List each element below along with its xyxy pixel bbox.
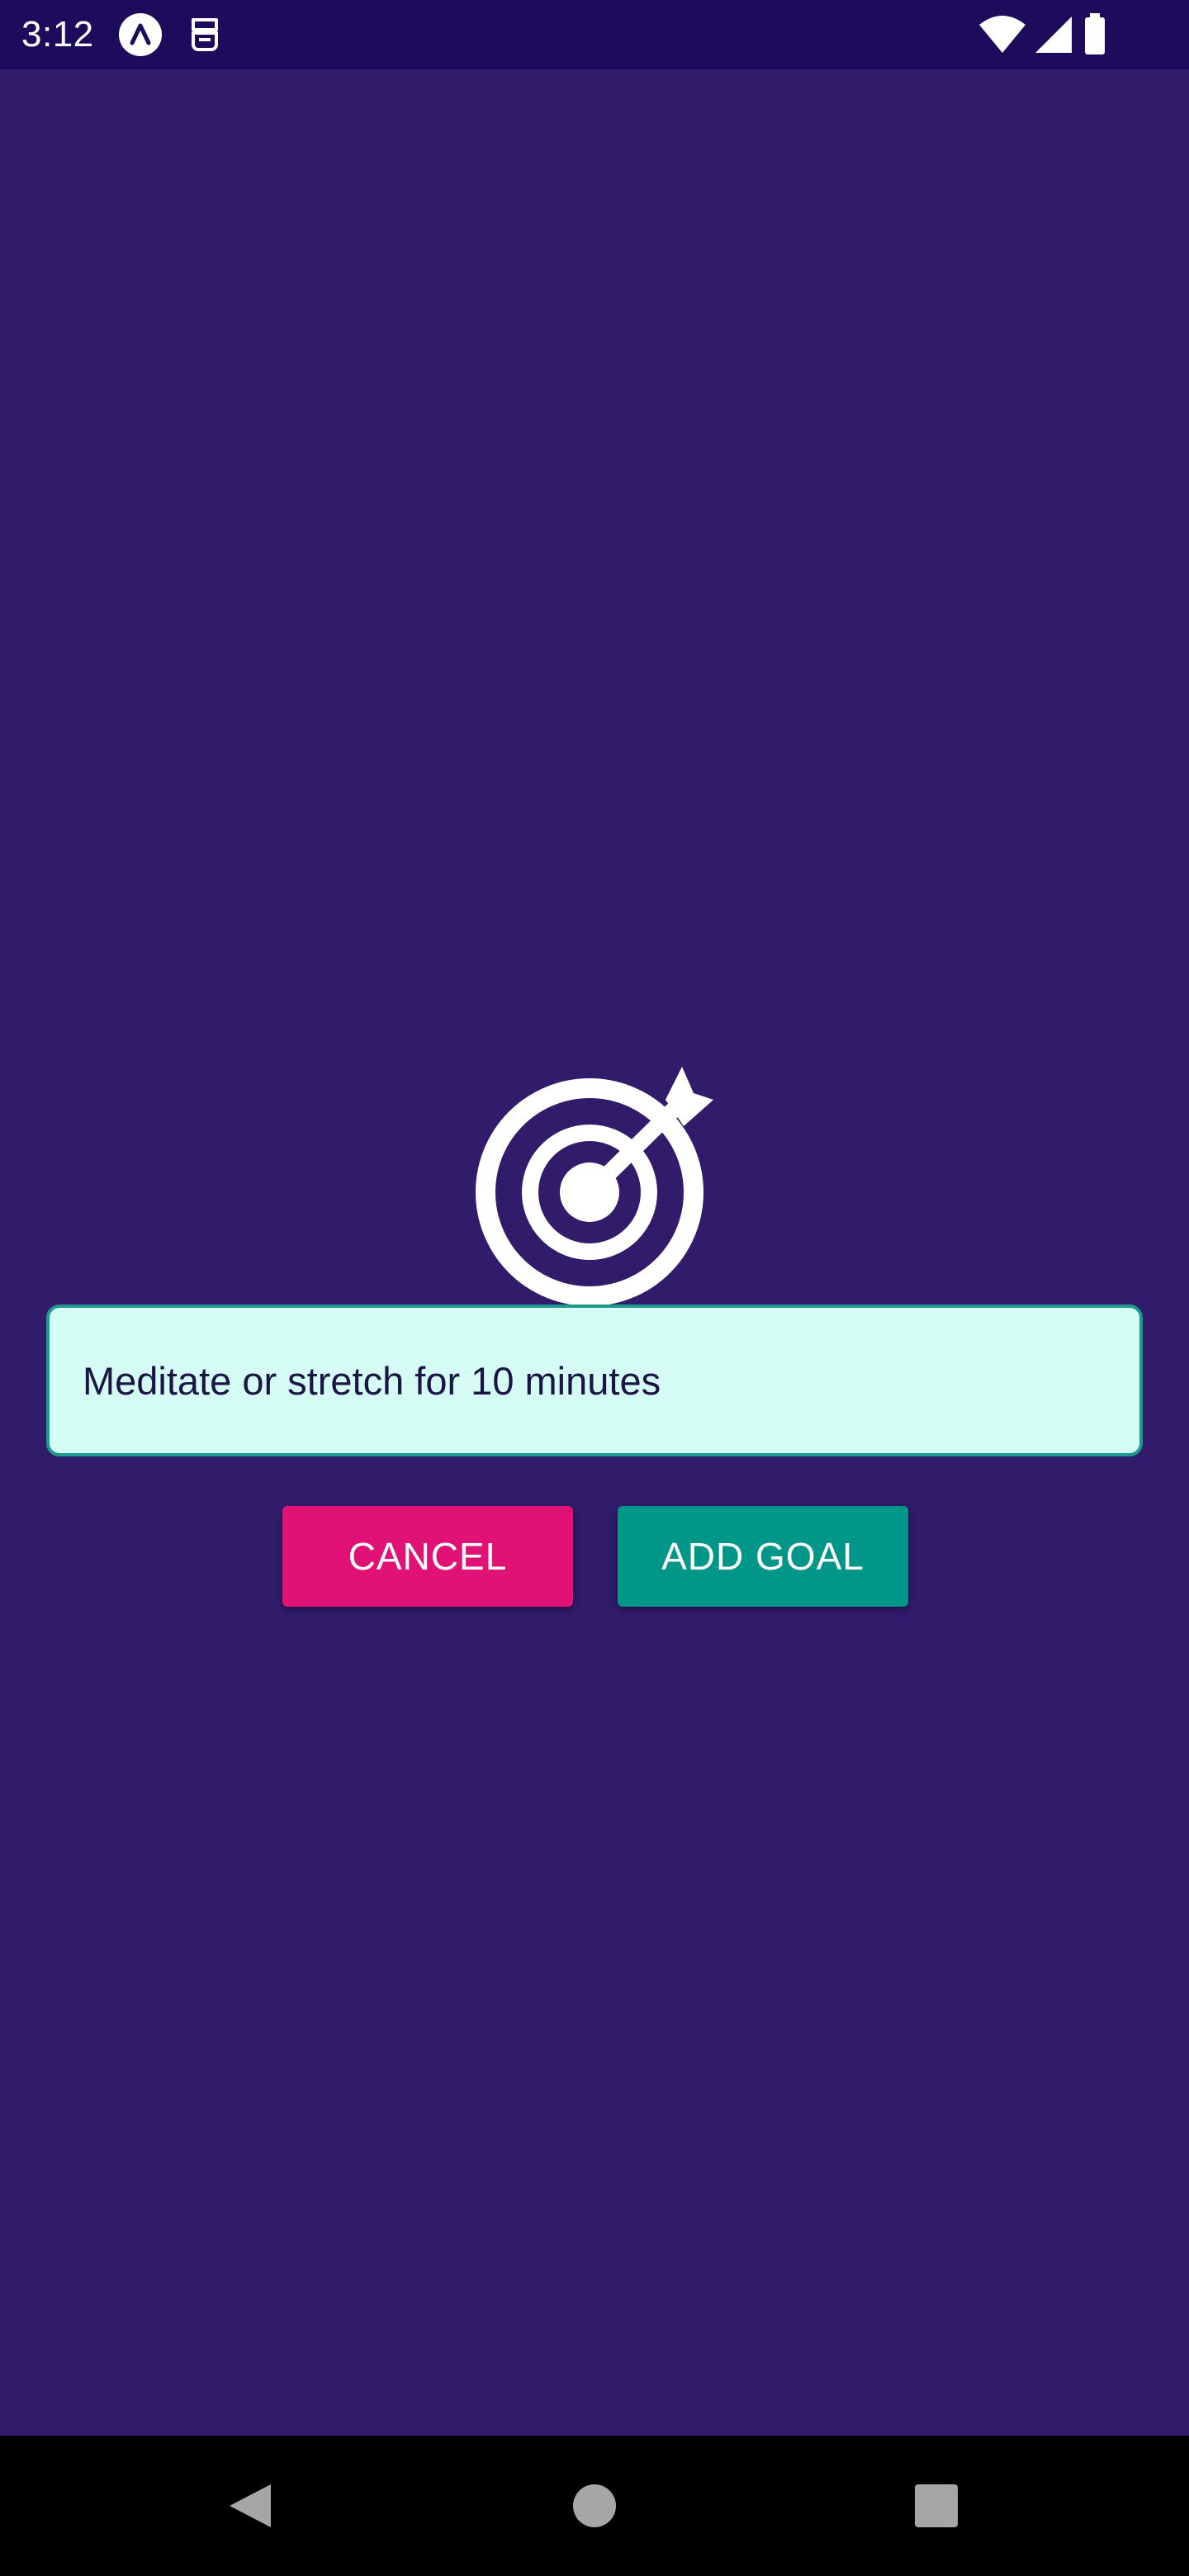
status-bar: 3:12 bbox=[0, 0, 1189, 69]
home-icon[interactable] bbox=[561, 2473, 628, 2539]
goal-input-screen: CANCEL ADD GOAL bbox=[0, 69, 1189, 2436]
wifi-icon bbox=[978, 12, 1027, 58]
battery-icon bbox=[1078, 12, 1111, 58]
recents-icon[interactable] bbox=[903, 2473, 969, 2539]
navigation-bar bbox=[0, 2436, 1189, 2576]
add-goal-button[interactable]: ADD GOAL bbox=[618, 1506, 908, 1607]
goal-text-input[interactable] bbox=[46, 1305, 1143, 1456]
signal-icon bbox=[1030, 12, 1077, 58]
target-arrow-icon bbox=[471, 978, 718, 1308]
back-icon[interactable] bbox=[216, 2473, 282, 2539]
status-time: 3:12 bbox=[21, 14, 94, 54]
sim-card-icon bbox=[182, 12, 228, 58]
app-notification-icon bbox=[117, 12, 163, 58]
cancel-button[interactable]: CANCEL bbox=[282, 1506, 573, 1607]
